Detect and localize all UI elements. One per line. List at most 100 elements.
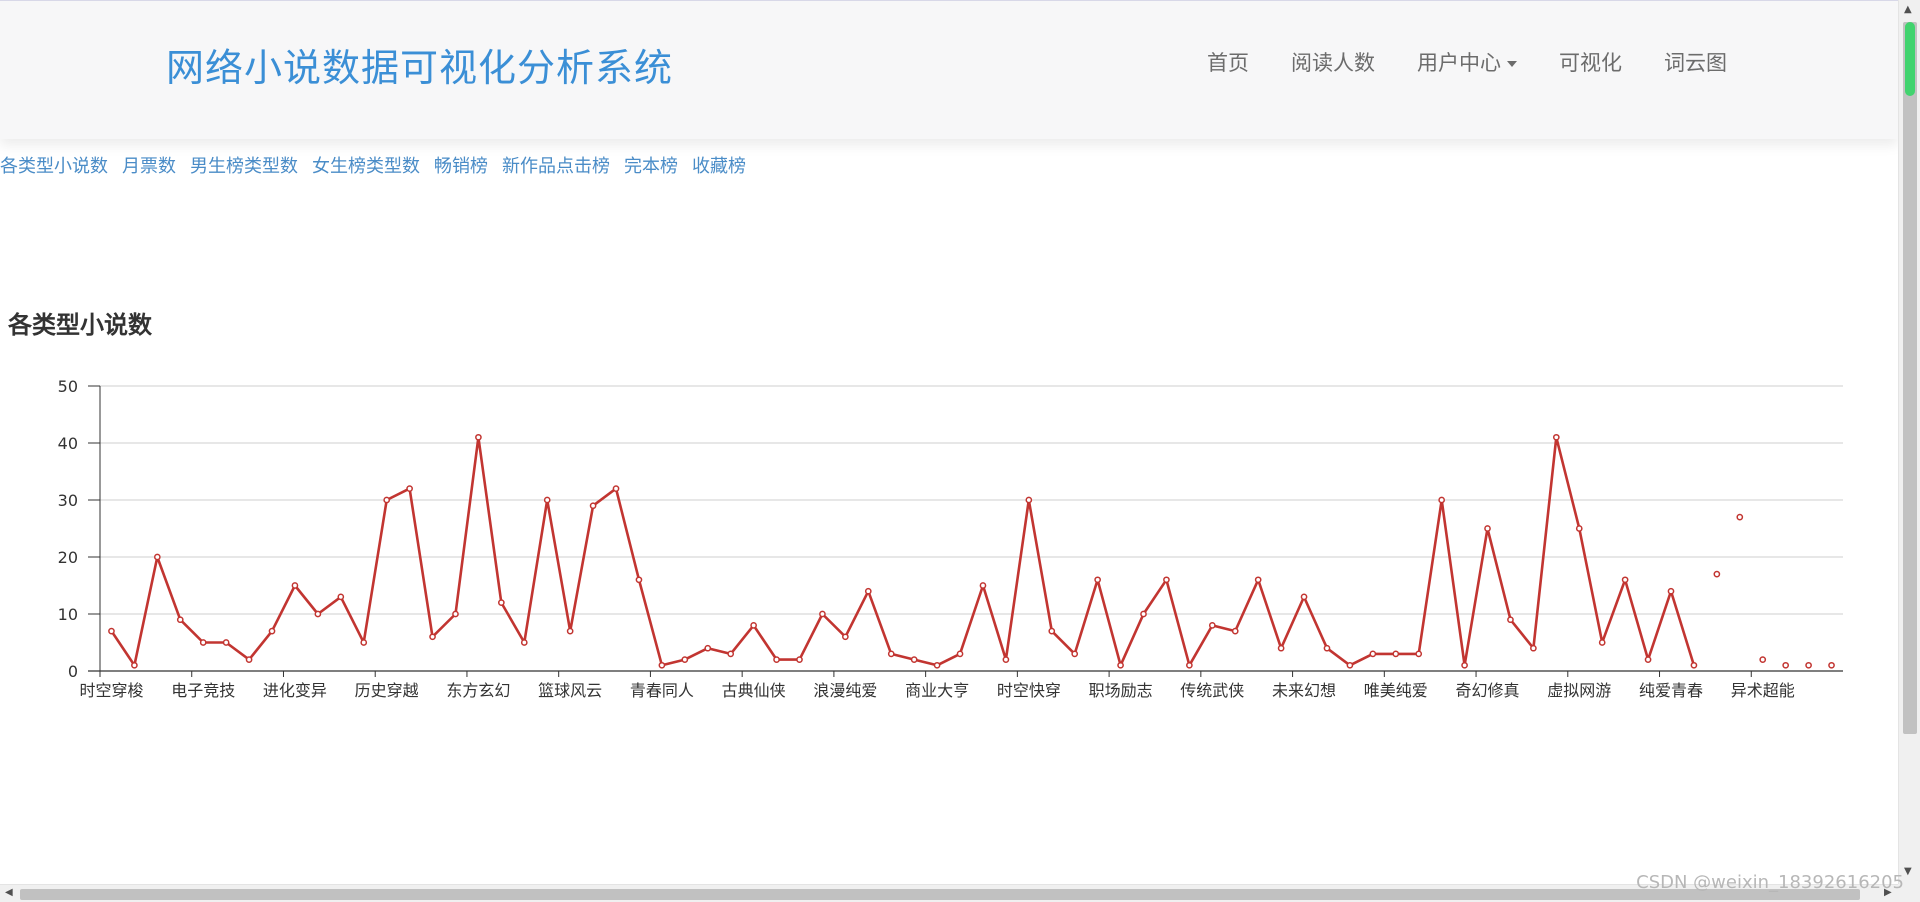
vertical-scrollbar[interactable]: ▲ ▼ bbox=[1898, 0, 1920, 884]
nav-visualization[interactable]: 可视化 bbox=[1538, 47, 1643, 79]
data-point bbox=[1736, 513, 1744, 521]
link-type-count[interactable]: 各类型小说数 bbox=[0, 152, 108, 178]
y-tick-label: 10 bbox=[58, 605, 78, 624]
data-point bbox=[543, 496, 551, 504]
x-tick-label: 历史穿越 bbox=[355, 681, 419, 700]
data-point bbox=[1598, 639, 1606, 646]
x-tick-label: 东方玄幻 bbox=[446, 681, 510, 700]
link-monthly-tickets[interactable]: 月票数 bbox=[122, 152, 176, 178]
horizontal-scrollbar[interactable]: ◀ ▶ bbox=[0, 884, 1898, 902]
series-line bbox=[110, 436, 1696, 667]
data-point bbox=[1369, 650, 1377, 658]
y-tick-label: 0 bbox=[68, 662, 78, 681]
data-point bbox=[887, 650, 895, 658]
data-point bbox=[979, 582, 987, 589]
data-point bbox=[475, 433, 482, 441]
data-point bbox=[1690, 661, 1698, 669]
x-tick-label: 未来幻想 bbox=[1272, 681, 1336, 700]
data-point bbox=[773, 656, 780, 663]
data-point bbox=[1461, 661, 1468, 669]
x-tick-label: 古典仙侠 bbox=[722, 681, 786, 700]
data-point bbox=[1484, 525, 1491, 532]
data-point bbox=[1208, 622, 1216, 629]
data-point bbox=[429, 633, 436, 641]
link-new-clicks[interactable]: 新作品点击榜 bbox=[502, 152, 610, 178]
link-female-rank[interactable]: 女生榜类型数 bbox=[312, 152, 420, 178]
y-tick-label: 50 bbox=[58, 377, 78, 396]
vertical-scroll-thumb[interactable] bbox=[1903, 22, 1917, 734]
chart-links: 各类型小说数 月票数 男生榜类型数 女生榜类型数 畅销榜 新作品点击榜 完本榜 … bbox=[0, 152, 760, 178]
data-point bbox=[910, 656, 918, 663]
data-point bbox=[658, 661, 666, 669]
link-male-rank[interactable]: 男生榜类型数 bbox=[190, 152, 298, 178]
x-tick-label: 唯美纯爱 bbox=[1364, 681, 1428, 700]
data-point bbox=[681, 656, 689, 663]
data-point bbox=[1094, 576, 1101, 584]
nav-home[interactable]: 首页 bbox=[1186, 47, 1270, 79]
x-tick-label: 浪漫纯爱 bbox=[813, 681, 877, 700]
data-point bbox=[153, 553, 161, 561]
data-point bbox=[383, 496, 391, 504]
brand-title[interactable]: 网络小说数据可视化分析系统 bbox=[166, 37, 673, 92]
scroll-down-icon[interactable]: ▼ bbox=[1904, 866, 1912, 877]
nav-user-center-label: 用户中心 bbox=[1417, 51, 1501, 75]
x-tick-label: 职场励志 bbox=[1089, 681, 1153, 700]
data-point bbox=[1392, 650, 1400, 658]
scroll-accent-indicator bbox=[1905, 22, 1915, 96]
data-point bbox=[222, 639, 230, 646]
scroll-up-icon[interactable]: ▲ bbox=[1904, 4, 1912, 15]
x-tick-label: 商业大亨 bbox=[905, 681, 969, 700]
data-point bbox=[245, 656, 253, 663]
watermark: CSDN @weixin_18392616205 bbox=[1636, 872, 1904, 893]
data-point bbox=[268, 627, 276, 635]
data-point bbox=[406, 485, 413, 492]
data-point bbox=[1071, 650, 1079, 658]
data-point bbox=[337, 593, 345, 601]
data-point bbox=[1346, 661, 1354, 669]
data-point bbox=[1828, 661, 1835, 669]
data-point bbox=[1759, 656, 1767, 663]
data-point bbox=[704, 644, 712, 652]
data-point bbox=[176, 616, 184, 624]
data-point bbox=[1713, 570, 1721, 578]
x-tick-label: 虚拟网游 bbox=[1547, 681, 1611, 700]
data-point bbox=[612, 485, 620, 492]
link-favorites[interactable]: 收藏榜 bbox=[692, 152, 746, 178]
data-point bbox=[1300, 593, 1308, 601]
data-point bbox=[864, 587, 872, 595]
data-point bbox=[1644, 656, 1652, 663]
data-point bbox=[1415, 650, 1423, 658]
scroll-left-icon[interactable]: ◀ bbox=[5, 887, 13, 898]
data-point bbox=[1438, 496, 1446, 504]
nav-readers[interactable]: 阅读人数 bbox=[1270, 47, 1396, 79]
data-point bbox=[1186, 661, 1193, 669]
data-point bbox=[108, 627, 115, 635]
data-point bbox=[1025, 496, 1033, 504]
data-point bbox=[1254, 576, 1262, 584]
link-completed[interactable]: 完本榜 bbox=[624, 152, 678, 178]
data-point bbox=[1117, 661, 1124, 669]
x-tick-label: 青春同人 bbox=[630, 681, 694, 700]
y-tick-label: 40 bbox=[58, 434, 78, 453]
line-chart: 0 10 20 30 40 50 时空穿梭 电子竞技 进化变异 历史穿越 东方玄幻 篮球风云 青春同人 古… bbox=[58, 377, 1843, 700]
x-tick-label: 时空穿梭 bbox=[79, 681, 143, 700]
data-point bbox=[842, 633, 849, 641]
horizontal-scroll-thumb[interactable] bbox=[20, 889, 1860, 900]
data-point bbox=[796, 656, 803, 663]
data-point bbox=[1575, 525, 1583, 532]
nav-wordcloud[interactable]: 词云图 bbox=[1643, 47, 1748, 79]
x-tick-label: 电子竞技 bbox=[171, 681, 235, 700]
data-point bbox=[1002, 656, 1010, 663]
data-point bbox=[1323, 644, 1331, 652]
data-point bbox=[1530, 644, 1537, 652]
link-bestseller[interactable]: 畅销榜 bbox=[434, 152, 488, 178]
data-point bbox=[727, 650, 735, 658]
y-tick-label: 30 bbox=[58, 491, 78, 510]
data-point bbox=[956, 650, 964, 658]
x-tick-label: 纯爱青春 bbox=[1639, 681, 1703, 700]
data-point bbox=[1140, 610, 1147, 618]
data-point bbox=[589, 502, 597, 510]
nav-user-center[interactable]: 用户中心 bbox=[1396, 47, 1538, 79]
data-point bbox=[1277, 644, 1285, 652]
data-point bbox=[131, 661, 138, 669]
